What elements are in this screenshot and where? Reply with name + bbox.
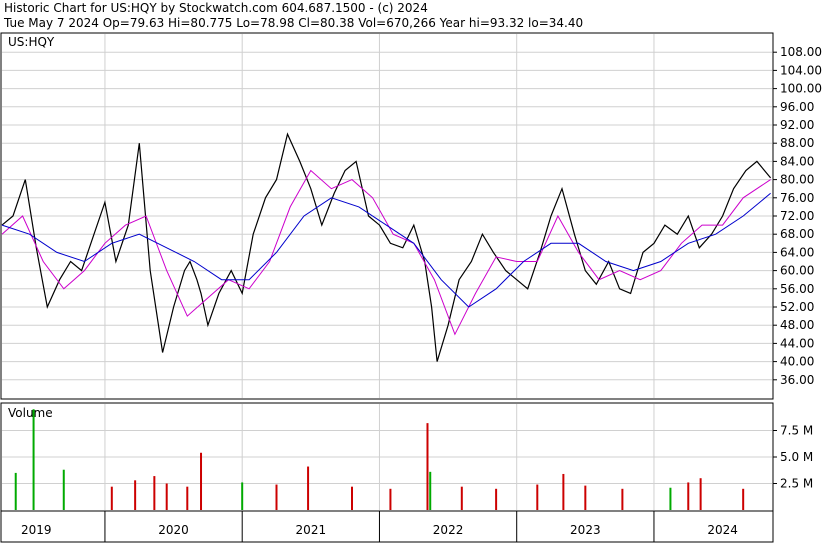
x-tick-label: 2022 (433, 523, 464, 537)
price-tick-label: 72.00 (780, 209, 814, 223)
x-tick-label: 2020 (158, 523, 189, 537)
x-tick-label: 2021 (296, 523, 327, 537)
volume-tick-label: 2.5 M (780, 477, 813, 491)
volume-tick-label: 5.0 M (780, 450, 813, 464)
price-tick-label: 100.00 (780, 82, 822, 96)
symbol-label: US:HQY (8, 35, 55, 49)
stock-chart: Historic Chart for US:HQY by Stockwatch.… (0, 0, 830, 543)
price-tick-label: 64.00 (780, 245, 814, 259)
price-tick-label: 56.00 (780, 282, 814, 296)
price-tick-label: 92.00 (780, 118, 814, 132)
x-tick-label: 2023 (570, 523, 601, 537)
price-tick-label: 44.00 (780, 336, 814, 350)
price-tick-label: 88.00 (780, 136, 814, 150)
header-line-1: Historic Chart for US:HQY by Stockwatch.… (4, 1, 428, 15)
price-tick-label: 84.00 (780, 154, 814, 168)
x-tick-label: 2019 (21, 523, 52, 537)
price-tick-label: 40.00 (780, 355, 814, 369)
price-tick-label: 68.00 (780, 227, 814, 241)
volume-label: Volume (8, 406, 53, 420)
header-line-2: Tue May 7 2024 Op=79.63 Hi=80.775 Lo=78.… (3, 16, 583, 30)
price-tick-label: 52.00 (780, 300, 814, 314)
volume-tick-label: 7.5 M (780, 424, 813, 438)
price-tick-label: 80.00 (780, 173, 814, 187)
price-tick-label: 108.00 (780, 45, 822, 59)
price-tick-label: 76.00 (780, 191, 814, 205)
chart-background (0, 0, 830, 543)
price-tick-label: 36.00 (780, 373, 814, 387)
price-tick-label: 48.00 (780, 318, 814, 332)
price-tick-label: 104.00 (780, 63, 822, 77)
price-tick-label: 96.00 (780, 100, 814, 114)
price-grid (2, 34, 772, 398)
x-tick-label: 2024 (707, 523, 738, 537)
volume-axis: 7.5 M 5.0 M 2.5 M (773, 424, 813, 491)
price-tick-label: 60.00 (780, 264, 814, 278)
